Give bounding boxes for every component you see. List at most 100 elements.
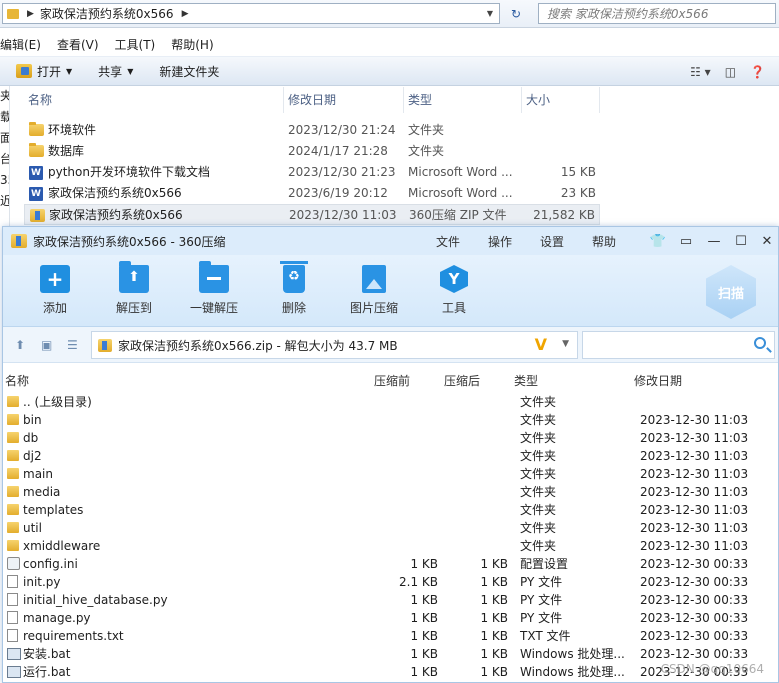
list-item[interactable]: initial_hive_database.py 1 KB 1 KB PY 文件 202… <box>3 591 778 609</box>
tools-label: 工具 <box>441 301 466 315</box>
refresh-button[interactable]: ↻ <box>505 3 527 24</box>
menu-view[interactable]: 查看(V) <box>57 36 99 53</box>
chevron-down-icon[interactable]: ▼ <box>562 339 569 349</box>
file-row[interactable]: W 家政保洁预约系统0x566 2023/6/19 20:12 Microsof… <box>24 183 600 204</box>
file-name: python开发环境软件下载文档 <box>48 165 210 179</box>
document-icon <box>7 629 18 642</box>
file-row[interactable]: 环境软件 2023/12/30 21:24 文件夹 <box>24 120 600 141</box>
list-item[interactable]: .. (上级目录) 文件夹 <box>3 393 778 411</box>
column-date[interactable]: 修改日期 <box>284 87 404 113</box>
list-item[interactable]: dj2 文件夹 2023-12-30 11:03 <box>3 447 778 465</box>
close-icon[interactable]: ✕ <box>757 232 777 250</box>
item-name: config.ini <box>23 557 78 571</box>
menu-label: 操作 <box>488 234 513 249</box>
thumbnail-view-icon[interactable]: ▣ <box>41 338 52 352</box>
item-name: main <box>23 467 53 481</box>
feedback-icon[interactable]: ▭ <box>676 232 696 250</box>
column-type[interactable]: 类型 <box>514 372 538 389</box>
item-name: 安装.bat <box>23 647 71 661</box>
breadcrumb[interactable]: 家政保洁预约系统0x566 <box>40 5 174 22</box>
chevron-right-icon[interactable]: ▶ <box>27 9 34 19</box>
open-button[interactable]: 打开 ▼ <box>16 63 72 80</box>
item-type: 文件夹 <box>520 413 557 427</box>
add-icon <box>40 265 70 293</box>
verified-icon[interactable]: V <box>535 335 547 354</box>
list-item[interactable]: init.py 2.1 KB 1 KB PY 文件 2023-12-30 00:33 <box>3 573 778 591</box>
tools-button[interactable]: 工具 <box>424 265 484 316</box>
item-type: 文件夹 <box>520 485 557 499</box>
file-row-selected[interactable]: 家政保洁预约系统0x566 2023/12/30 11:03 360压缩 ZIP… <box>24 204 600 225</box>
extract-to-button[interactable]: 解压到 <box>104 261 164 316</box>
file-date: 2023/6/19 20:12 <box>288 186 388 200</box>
file-row[interactable]: W python开发环境软件下载文档 2023/12/30 21:23 Micr… <box>24 162 600 183</box>
item-size-before: 1 KB <box>410 593 438 607</box>
list-item[interactable]: requirements.txt 1 KB 1 KB TXT 文件 2023-12-30… <box>3 627 778 645</box>
sidebar-fragment[interactable]: 台 <box>0 149 9 170</box>
list-item[interactable]: main 文件夹 2023-12-30 11:03 <box>3 465 778 483</box>
menu-tools[interactable]: 工具(T) <box>115 36 156 53</box>
menu-file[interactable]: 文件 <box>436 227 460 255</box>
column-before[interactable]: 压缩前 <box>374 372 410 389</box>
zip-app-icon <box>11 234 27 248</box>
delete-button[interactable]: 删除 <box>264 261 324 316</box>
item-size-after: 1 KB <box>480 647 508 661</box>
search-icon[interactable] <box>754 337 766 349</box>
list-item[interactable]: bin 文件夹 2023-12-30 11:03 <box>3 411 778 429</box>
share-button[interactable]: 共享 ▼ <box>98 63 133 80</box>
list-item[interactable]: xmiddleware 文件夹 2023-12-30 11:03 <box>3 537 778 555</box>
zip-title-bar: 家政保洁预约系统0x566 - 360压缩 文件 操作 设置 帮助 👕 ▭ — … <box>3 227 778 255</box>
list-item[interactable]: config.ini 1 KB 1 KB 配置设置 2023-12-30 00:33 <box>3 555 778 573</box>
column-date[interactable]: 修改日期 <box>634 372 682 389</box>
item-name: db <box>23 431 39 445</box>
sidebar-fragment[interactable]: 夹 <box>0 86 9 107</box>
list-item[interactable]: util 文件夹 2023-12-30 11:03 <box>3 519 778 537</box>
menu-help[interactable]: 帮助(H) <box>171 36 213 53</box>
sidebar-fragment[interactable]: 35 <box>0 170 9 191</box>
menu-operation[interactable]: 操作 <box>488 227 512 255</box>
item-name: bin <box>23 413 42 427</box>
help-icon[interactable]: ❓ <box>750 65 765 79</box>
up-arrow-icon[interactable]: ⬆ <box>15 338 25 352</box>
share-label: 共享 <box>98 64 123 79</box>
sidebar-fragment[interactable]: 近 <box>0 191 9 212</box>
maximize-icon[interactable]: ☐ <box>731 232 751 250</box>
image-compress-button[interactable]: 图片压缩 <box>344 265 404 316</box>
file-type: Microsoft Word ... <box>408 186 513 200</box>
address-input[interactable]: ▶ 家政保洁预约系统0x566 ▶ ▼ <box>2 3 500 24</box>
menu-help[interactable]: 帮助 <box>592 227 616 255</box>
new-folder-button[interactable]: 新建文件夹 <box>159 63 219 80</box>
list-item[interactable]: 安装.bat 1 KB 1 KB Windows 批处理... 2023-12-30 0… <box>3 645 778 663</box>
chevron-down-icon[interactable]: ▼ <box>487 9 493 18</box>
column-after[interactable]: 压缩后 <box>444 372 480 389</box>
folder-icon <box>7 450 19 461</box>
navigation-pane: 夹 载 面 台 35 近 <box>0 86 10 226</box>
preview-pane-icon[interactable]: ◫ <box>725 65 736 79</box>
archive-path-field[interactable]: 家政保洁预约系统0x566.zip - 解包大小为 43.7 MB V ▼ <box>91 331 578 359</box>
list-view-icon[interactable]: ☰ <box>67 338 78 352</box>
zip-search-input[interactable] <box>582 331 775 359</box>
add-button[interactable]: 添加 <box>25 265 85 316</box>
column-size[interactable]: 大小 <box>522 87 600 113</box>
search-input[interactable]: 搜索 家政保洁预约系统0x566 <box>538 3 776 24</box>
menu-settings[interactable]: 设置 <box>540 227 564 255</box>
minimize-icon[interactable]: — <box>704 232 724 250</box>
one-click-extract-button[interactable]: 一键解压 <box>184 261 244 316</box>
list-item[interactable]: templates 文件夹 2023-12-30 11:03 <box>3 501 778 519</box>
item-date: 2023-12-30 11:03 <box>640 431 749 445</box>
list-item[interactable]: db 文件夹 2023-12-30 11:03 <box>3 429 778 447</box>
chevron-right-icon[interactable]: ▶ <box>182 9 189 19</box>
list-item[interactable]: media 文件夹 2023-12-30 11:03 <box>3 483 778 501</box>
item-date: 2023-12-30 11:03 <box>640 467 749 481</box>
sidebar-fragment[interactable]: 载 <box>0 107 9 128</box>
view-options-icon[interactable]: ☷ ▾ <box>690 65 711 79</box>
skin-icon[interactable]: 👕 <box>648 232 668 250</box>
column-name[interactable]: 名称 <box>5 372 29 389</box>
zip-ribbon: 添加 解压到 一键解压 删除 图片压缩 工具 <box>3 255 778 327</box>
column-type[interactable]: 类型 <box>404 87 522 113</box>
one-click-extract-label: 一键解压 <box>189 301 238 315</box>
menu-edit[interactable]: 编辑(E) <box>0 36 41 53</box>
list-item[interactable]: manage.py 1 KB 1 KB PY 文件 2023-12-30 00:33 <box>3 609 778 627</box>
file-row[interactable]: 数据库 2024/1/17 21:28 文件夹 <box>24 141 600 162</box>
sidebar-fragment[interactable]: 面 <box>0 128 9 149</box>
column-name[interactable]: 名称 <box>24 87 284 113</box>
